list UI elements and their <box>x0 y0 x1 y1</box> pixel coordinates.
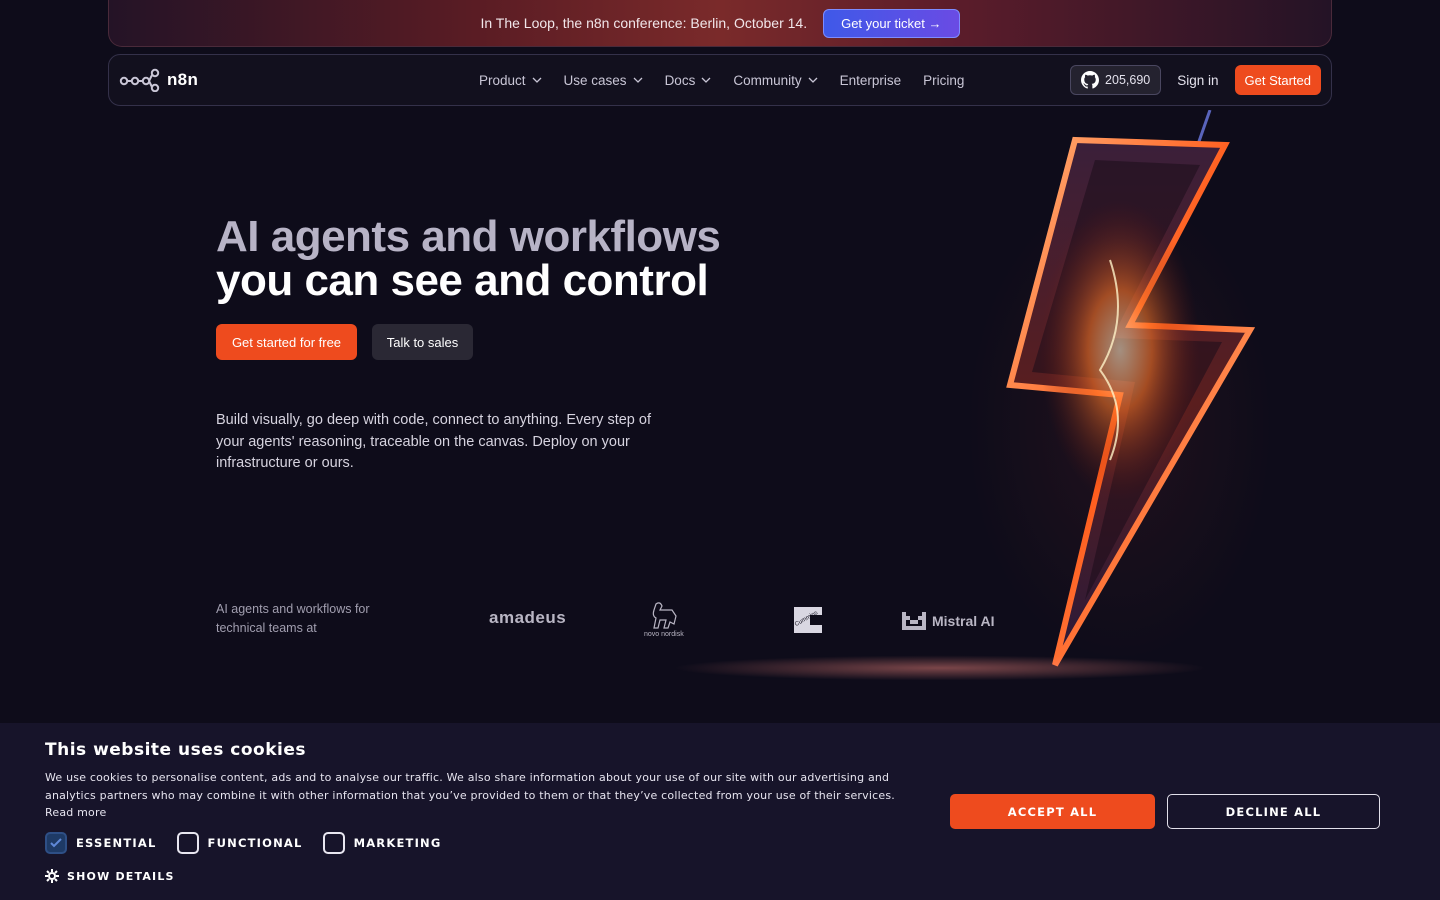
get-ticket-button[interactable]: Get your ticket → <box>823 8 960 38</box>
show-details-toggle[interactable]: SHOW DETAILS <box>45 869 175 883</box>
get-started-free-button[interactable]: Get started for free <box>216 324 357 360</box>
cookie-banner: This website uses cookies We use cookies… <box>0 723 1440 900</box>
amadeus-logo: amadeus <box>489 608 567 627</box>
get-started-button[interactable]: Get Started <box>1234 65 1321 95</box>
novo-nordisk-logo: novo nordisk <box>644 602 684 638</box>
show-details-label: SHOW DETAILS <box>67 869 175 883</box>
talk-to-sales-button[interactable]: Talk to sales <box>372 324 473 360</box>
checkmark-icon <box>50 838 62 848</box>
n8n-logo[interactable]: n8n <box>119 68 449 92</box>
hero-title-line1: AI agents and workflows <box>216 212 721 261</box>
option-label: ESSENTIAL <box>76 836 157 850</box>
essential-checkbox[interactable] <box>45 832 67 854</box>
marketing-checkbox[interactable] <box>322 832 345 854</box>
gear-icon <box>45 869 59 883</box>
main-menu: Product Use cases Docs Community Enterpr… <box>479 73 964 88</box>
github-stars-button[interactable]: 205,690 <box>1070 65 1162 95</box>
top-navbar: n8n Product Use cases Docs Community Ent… <box>108 54 1332 106</box>
chevron-down-icon <box>701 77 711 83</box>
menu-label: Product <box>479 72 526 88</box>
hero-title: AI agents and workflows you can see and … <box>216 212 721 305</box>
functional-checkbox[interactable] <box>176 832 199 854</box>
menu-label: Community <box>733 72 802 88</box>
option-marketing[interactable]: MARKETING <box>322 832 442 854</box>
cookie-title: This website uses cookies <box>45 740 306 760</box>
mistral-ai-logo: Mistral AI <box>902 612 995 630</box>
nav-actions: 205,690 Sign in Get Started <box>1070 65 1321 95</box>
option-essential[interactable]: ESSENTIAL <box>45 832 157 854</box>
banner-text: In The Loop, the n8n conference: Berlin,… <box>480 15 808 31</box>
menu-item-enterprise[interactable]: Enterprise <box>840 73 902 88</box>
option-label: FUNCTIONAL <box>207 836 303 850</box>
n8n-logo-icon <box>119 68 160 92</box>
menu-label: Docs <box>664 72 696 88</box>
sign-in-link[interactable]: Sign in <box>1177 73 1218 88</box>
mistral-icon <box>902 612 926 630</box>
hero-title-line2: you can see and control <box>216 256 709 305</box>
option-functional[interactable]: FUNCTIONAL <box>176 832 303 854</box>
menu-item-pricing[interactable]: Pricing <box>923 73 964 88</box>
menu-label: Pricing <box>923 72 965 88</box>
cookie-options: ESSENTIAL FUNCTIONAL MARKETING <box>45 832 442 854</box>
menu-label: Use cases <box>563 72 627 88</box>
cookie-text: We use cookies to personalise content, a… <box>45 769 905 822</box>
logo-text: n8n <box>167 70 199 89</box>
github-icon <box>1081 71 1100 89</box>
hero-description: Build visually, go deep with code, conne… <box>216 412 651 471</box>
accept-all-button[interactable]: ACCEPT ALL <box>950 794 1155 829</box>
menu-item-community[interactable]: Community <box>733 72 818 88</box>
announcement-banner: In The Loop, the n8n conference: Berlin,… <box>108 0 1332 47</box>
menu-label: Enterprise <box>839 72 902 88</box>
floor-glow <box>480 640 1280 680</box>
cummins-logo: Cummins <box>794 607 822 633</box>
chevron-down-icon <box>532 77 541 83</box>
novo-nordisk-wordmark: novo nordisk <box>644 631 684 638</box>
trusted-by-text: AI agents and workflows for technical te… <box>216 602 370 635</box>
chevron-down-icon <box>633 77 643 83</box>
cookie-description: We use cookies to personalise content, a… <box>45 771 895 802</box>
github-star-count: 205,690 <box>1105 73 1151 87</box>
lightning-bolt-illustration <box>1006 110 1256 667</box>
chevron-down-icon <box>808 77 818 83</box>
read-more-link[interactable]: Read more <box>45 806 106 819</box>
menu-item-product[interactable]: Product <box>479 73 542 88</box>
menu-item-use-cases[interactable]: Use cases <box>564 73 643 88</box>
menu-item-docs[interactable]: Docs <box>665 73 712 88</box>
decline-all-button[interactable]: DECLINE ALL <box>1167 794 1380 829</box>
option-label: MARKETING <box>353 836 442 850</box>
mistral-wordmark: Mistral AI <box>932 613 995 629</box>
